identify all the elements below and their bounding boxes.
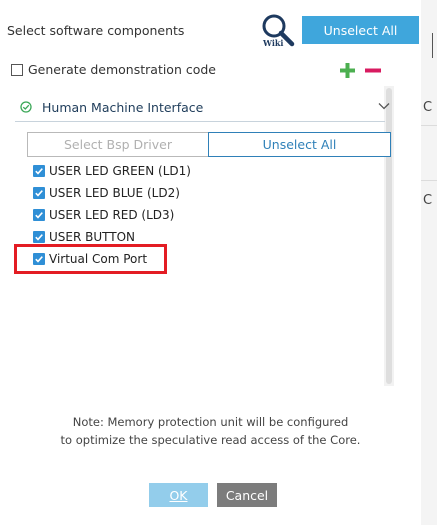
note-line-1: Note: Memory protection unit will be con… [72, 415, 349, 429]
component-item-user-button[interactable]: USER BUTTON [33, 229, 135, 245]
item-checkbox[interactable] [33, 231, 45, 243]
highlight-box [14, 244, 167, 274]
checkmark-icon [35, 234, 43, 241]
item-label: USER LED RED (LD3) [49, 208, 175, 222]
item-checkbox[interactable] [33, 209, 45, 221]
section-label: Human Machine Interface [42, 100, 204, 115]
background-text-fragment: C [423, 100, 433, 115]
component-item-led-blue[interactable]: USER LED BLUE (LD2) [33, 185, 180, 201]
item-label: USER LED BLUE (LD2) [49, 186, 180, 200]
background-window-strip: C C [421, 0, 437, 525]
dialog-title: Select software components [7, 23, 185, 38]
chevron-down-icon[interactable] [378, 102, 390, 110]
item-label: USER BUTTON [49, 230, 136, 244]
component-item-led-red[interactable]: USER LED RED (LD3) [33, 207, 174, 223]
wiki-magnifier-icon[interactable]: Wiki [260, 13, 296, 47]
ok-label: OK [169, 487, 188, 503]
unselect-all-section-button[interactable]: Unselect All [208, 132, 391, 157]
item-checkbox[interactable] [33, 165, 45, 177]
check-circle-icon [20, 101, 32, 113]
software-components-dialog: Select software components Wiki Unselect… [0, 0, 421, 525]
unselect-all-header-button[interactable]: Unselect All [302, 16, 419, 44]
checkmark-icon [35, 168, 43, 175]
background-divider [432, 33, 433, 58]
minus-icon[interactable] [365, 63, 381, 78]
section-divider [15, 121, 385, 122]
background-text-fragment: C [423, 193, 433, 208]
note-line-2: to optimize the speculative read access … [60, 433, 361, 447]
demo-code-option[interactable]: Generate demonstration code [11, 62, 216, 77]
background-line [421, 125, 437, 126]
demo-code-label: Generate demonstration code [28, 62, 217, 77]
component-item-led-green[interactable]: USER LED GREEN (LD1) [33, 163, 191, 179]
demo-code-checkbox[interactable] [11, 63, 23, 76]
checkmark-icon [35, 190, 43, 197]
background-line [421, 180, 437, 181]
mpu-note: Note: Memory protection unit will be con… [0, 413, 421, 449]
select-bsp-driver-button[interactable]: Select Bsp Driver [27, 132, 209, 157]
ok-button[interactable]: OK [149, 483, 208, 507]
wiki-icon-text: Wiki [262, 38, 283, 47]
section-header-hmi[interactable]: Human Machine Interface [15, 96, 390, 120]
checkmark-icon [35, 212, 43, 219]
item-label: USER LED GREEN (LD1) [49, 164, 191, 178]
item-checkbox[interactable] [33, 187, 45, 199]
plus-icon[interactable] [340, 63, 355, 78]
cancel-button[interactable]: Cancel [217, 483, 277, 507]
